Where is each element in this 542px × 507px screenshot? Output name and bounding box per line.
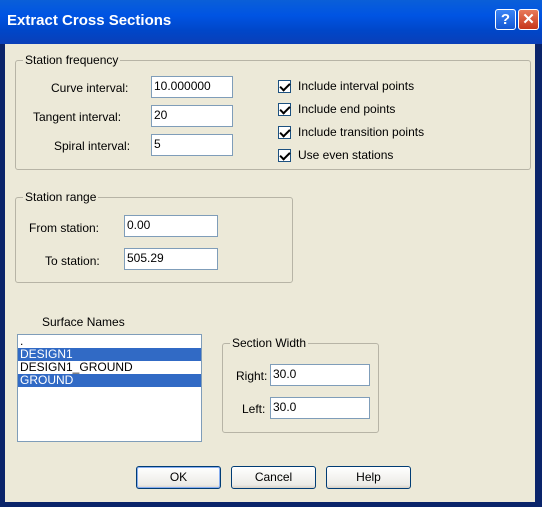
station-range-group: Station range From station: 0.00 To stat… [15,190,293,283]
list-item[interactable]: GROUND [18,374,201,387]
include-end-points-label[interactable]: Include end points [298,102,395,116]
window-title: Extract Cross Sections [7,12,172,29]
use-even-stations-checkbox[interactable] [278,149,291,162]
dialog-window: Extract Cross Sections ? ✕ Station frequ… [0,0,542,507]
curve-interval-label: Curve interval: [51,81,129,95]
tangent-interval-label: Tangent interval: [33,110,122,124]
right-width-field[interactable]: 30.0 [270,364,370,386]
dialog-body: Station frequency Curve interval: 10.000… [5,44,535,502]
help-button[interactable]: Help [326,466,411,489]
cancel-button[interactable]: Cancel [231,466,316,489]
ok-button[interactable]: OK [136,466,221,489]
spiral-interval-label: Spiral interval: [54,139,131,153]
station-frequency-legend: Station frequency [23,53,121,67]
left-label: Left: [242,402,266,416]
title-bar[interactable]: Extract Cross Sections ? ✕ [0,0,542,44]
use-even-stations-label[interactable]: Use even stations [298,148,393,162]
curve-interval-field[interactable]: 10.000000 [151,76,233,98]
spiral-interval-field[interactable]: 5 [151,134,233,156]
tangent-interval-field[interactable]: 20 [151,105,233,127]
surface-names-list[interactable]: . DESIGN1 DESIGN1_GROUND GROUND [17,334,202,442]
include-transition-points-label[interactable]: Include transition points [298,125,424,139]
help-icon[interactable]: ? [495,9,516,30]
surface-names-label: Surface Names [42,315,125,329]
section-width-legend: Section Width [230,336,309,350]
from-station-label: From station: [29,221,100,235]
station-range-legend: Station range [23,190,99,204]
section-width-group: Section Width Right: 30.0 Left: 30.0 [222,336,379,433]
to-station-label: To station: [45,254,100,268]
from-station-field[interactable]: 0.00 [124,215,218,237]
include-interval-points-label[interactable]: Include interval points [298,79,414,93]
include-transition-points-checkbox[interactable] [278,126,291,139]
include-end-points-checkbox[interactable] [278,103,291,116]
right-label: Right: [236,369,268,383]
include-interval-points-checkbox[interactable] [278,80,291,93]
left-width-field[interactable]: 30.0 [270,397,370,419]
station-frequency-group: Station frequency Curve interval: 10.000… [15,53,531,170]
to-station-field[interactable]: 505.29 [124,248,218,270]
close-icon[interactable]: ✕ [518,9,539,30]
